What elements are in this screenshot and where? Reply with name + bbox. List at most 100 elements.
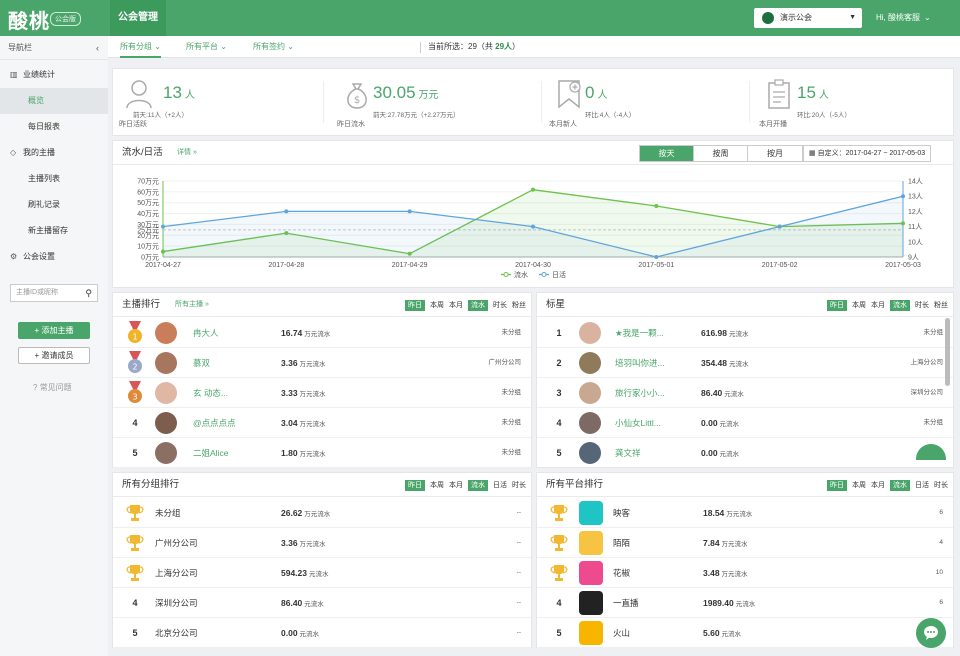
tab-this-week[interactable]: 本周 <box>852 480 866 491</box>
tab-yesterday[interactable]: 昨日 <box>405 479 425 491</box>
avatar[interactable] <box>155 322 177 344</box>
guild-select[interactable]: 演示公会 ▼ <box>754 8 862 28</box>
tab-duration[interactable]: 时长 <box>915 300 929 311</box>
table-row[interactable]: 5 北京分公司 0.00 元流水 -- <box>113 618 531 648</box>
app-logo[interactable]: 酸桃 <box>8 5 50 34</box>
user-menu[interactable]: Hi, 酸桃客服 ⌄ <box>876 12 931 23</box>
sidebar-item-gift-records[interactable]: 刷礼记录 <box>0 192 108 218</box>
faq-link[interactable]: ? 常见问题 <box>33 382 72 393</box>
table-row[interactable]: 映客 18.54 万元流水 6 <box>537 498 953 528</box>
anchor-search-input[interactable]: 主播ID或昵称 ⚲ <box>10 284 98 302</box>
flow-detail-link[interactable]: 详情 » <box>177 141 197 165</box>
table-row[interactable]: 5龚文祥0.00元流水未分组 <box>537 438 953 467</box>
row-name[interactable]: 龚文祥 <box>615 438 641 467</box>
avatar[interactable] <box>579 352 601 374</box>
table-row[interactable]: 3 玄 动态... 3.33 万元流水 未分组 <box>113 378 531 408</box>
sidebar-group-my-anchors[interactable]: ◇ 我的主播 <box>0 140 108 166</box>
table-row[interactable]: 3 旅行家小小... 86.40 元流水 深圳分公司 <box>537 378 953 408</box>
tab-this-month[interactable]: 本月 <box>871 480 885 491</box>
row-group: 未分组 <box>501 449 522 456</box>
caret-down-icon: ▼ <box>849 14 856 21</box>
row-name[interactable]: 旅行家小小... <box>615 378 665 408</box>
search-icon[interactable]: ⚲ <box>85 285 92 301</box>
tab-flow[interactable]: 流水 <box>468 479 488 491</box>
sidebar-item-daily-report[interactable]: 每日报表 <box>0 114 108 140</box>
row-name[interactable]: 二姐Alice <box>193 438 228 468</box>
row-value: 0.00 元流水 <box>281 628 320 638</box>
filter-group[interactable]: 所有分组 ⌄ <box>120 36 161 58</box>
tab-flow[interactable]: 流水 <box>468 299 488 311</box>
tab-dau[interactable]: 日活 <box>493 480 507 491</box>
tab-yesterday[interactable]: 昨日 <box>827 299 847 311</box>
table-row[interactable]: 5 二姐Alice 1.80 万元流水 未分组 <box>113 438 531 468</box>
tab-this-month[interactable]: 本月 <box>871 300 885 311</box>
sidebar-item-new-retention[interactable]: 新主播留存 <box>0 218 108 244</box>
table-row[interactable]: 花椒 3.48 万元流水 10 <box>537 558 953 588</box>
avatar[interactable] <box>579 412 601 434</box>
chat-button[interactable] <box>916 618 946 648</box>
row-name[interactable]: ★我是一颗... <box>615 318 664 348</box>
row-name[interactable]: 培羽叫你进... <box>615 348 665 378</box>
filter-contract[interactable]: 所有签约 ⌄ <box>253 36 294 58</box>
collapse-icon[interactable]: ‹ <box>96 36 99 60</box>
table-row[interactable]: 4 一直播 1989.40 元流水 6 <box>537 588 953 618</box>
tab-this-month[interactable]: 本月 <box>449 300 463 311</box>
table-row[interactable]: 4 小仙女Littl... 0.00 元流水 未分组 <box>537 408 953 438</box>
table-row[interactable]: 上海分公司 594.23 元流水 -- <box>113 558 531 588</box>
period-segmented-control: 按天 按周 按月 <box>639 145 803 162</box>
table-row[interactable]: 陌陌 7.84 万元流水 4 <box>537 528 953 558</box>
row-name[interactable]: 冉大人 <box>193 318 219 348</box>
all-anchors-link[interactable]: 所有主播 » <box>175 293 209 317</box>
table-row[interactable]: 2 培羽叫你进... 354.48 元流水 上海分公司 <box>537 348 953 378</box>
row-extra: -- <box>516 569 521 576</box>
star-list-scrollbar[interactable] <box>945 318 950 386</box>
stat-flow-yesterday: $ 30.05 万元 前天:27.78万元（+2.27万元） 昨日流水 <box>331 69 541 135</box>
row-name[interactable]: 玄 动态... <box>193 378 228 408</box>
table-row[interactable]: 4 @点点点点 3.04 万元流水 未分组 <box>113 408 531 438</box>
avatar[interactable] <box>155 412 177 434</box>
avatar[interactable] <box>155 352 177 374</box>
segment-by-week[interactable]: 按周 <box>694 146 748 161</box>
row-name[interactable]: 小仙女Littl... <box>615 408 661 438</box>
tab-duration[interactable]: 时长 <box>512 480 526 491</box>
tab-yesterday[interactable]: 昨日 <box>405 299 425 311</box>
sidebar-item-overview[interactable]: 概览 <box>0 88 108 114</box>
table-row[interactable]: 未分组 26.62 万元流水 -- <box>113 498 531 528</box>
tab-dau[interactable]: 日活 <box>915 480 929 491</box>
tab-fans[interactable]: 粉丝 <box>512 300 526 311</box>
sidebar-group-guild-settings[interactable]: ⚙ 公会设置 <box>0 244 108 270</box>
table-row[interactable]: 4 深圳分公司 86.40 元流水 -- <box>113 588 531 618</box>
segment-by-day[interactable]: 按天 <box>640 146 694 161</box>
tab-this-week[interactable]: 本周 <box>430 480 444 491</box>
tab-yesterday[interactable]: 昨日 <box>827 479 847 491</box>
tab-flow[interactable]: 流水 <box>890 299 910 311</box>
sidebar-item-anchor-list[interactable]: 主播列表 <box>0 166 108 192</box>
sidebar-group-performance[interactable]: ▥ 业绩统计 <box>0 62 108 88</box>
tab-this-week[interactable]: 本周 <box>430 300 444 311</box>
avatar[interactable] <box>579 322 601 344</box>
segment-by-month[interactable]: 按月 <box>748 146 802 161</box>
filter-platform[interactable]: 所有平台 ⌄ <box>186 36 227 58</box>
table-row[interactable]: 2 慕双 3.36 万元流水 广州分公司 <box>113 348 531 378</box>
tab-duration[interactable]: 时长 <box>934 480 948 491</box>
money-bag-icon: $ <box>347 83 367 109</box>
invite-member-button[interactable]: + 邀请成员 <box>18 347 90 364</box>
table-row[interactable]: 广州分公司 3.36 万元流水 -- <box>113 528 531 558</box>
avatar[interactable] <box>155 382 177 404</box>
row-name[interactable]: 慕双 <box>193 348 210 378</box>
table-row[interactable]: 5火山5.60元流水6 <box>537 618 953 648</box>
tab-this-month[interactable]: 本月 <box>449 480 463 491</box>
tab-this-week[interactable]: 本周 <box>852 300 866 311</box>
add-anchor-button[interactable]: + 添加主播 <box>18 322 90 339</box>
avatar[interactable] <box>579 442 601 464</box>
table-row[interactable]: 1 冉大人 16.74 万元流水 未分组 <box>113 318 531 348</box>
tab-duration[interactable]: 时长 <box>493 300 507 311</box>
tab-flow[interactable]: 流水 <box>890 479 910 491</box>
date-range-picker[interactable]: ▦ 自定义：2017-04-27 ~ 2017-05-03 <box>803 145 932 162</box>
tab-fans[interactable]: 粉丝 <box>934 300 948 311</box>
avatar[interactable] <box>579 382 601 404</box>
table-row[interactable]: 1 ★我是一颗... 616.98 元流水 未分组 <box>537 318 953 348</box>
nav-guild-manage[interactable]: 公会管理 <box>110 0 166 36</box>
avatar[interactable] <box>155 442 177 464</box>
row-name[interactable]: @点点点点 <box>193 408 236 438</box>
